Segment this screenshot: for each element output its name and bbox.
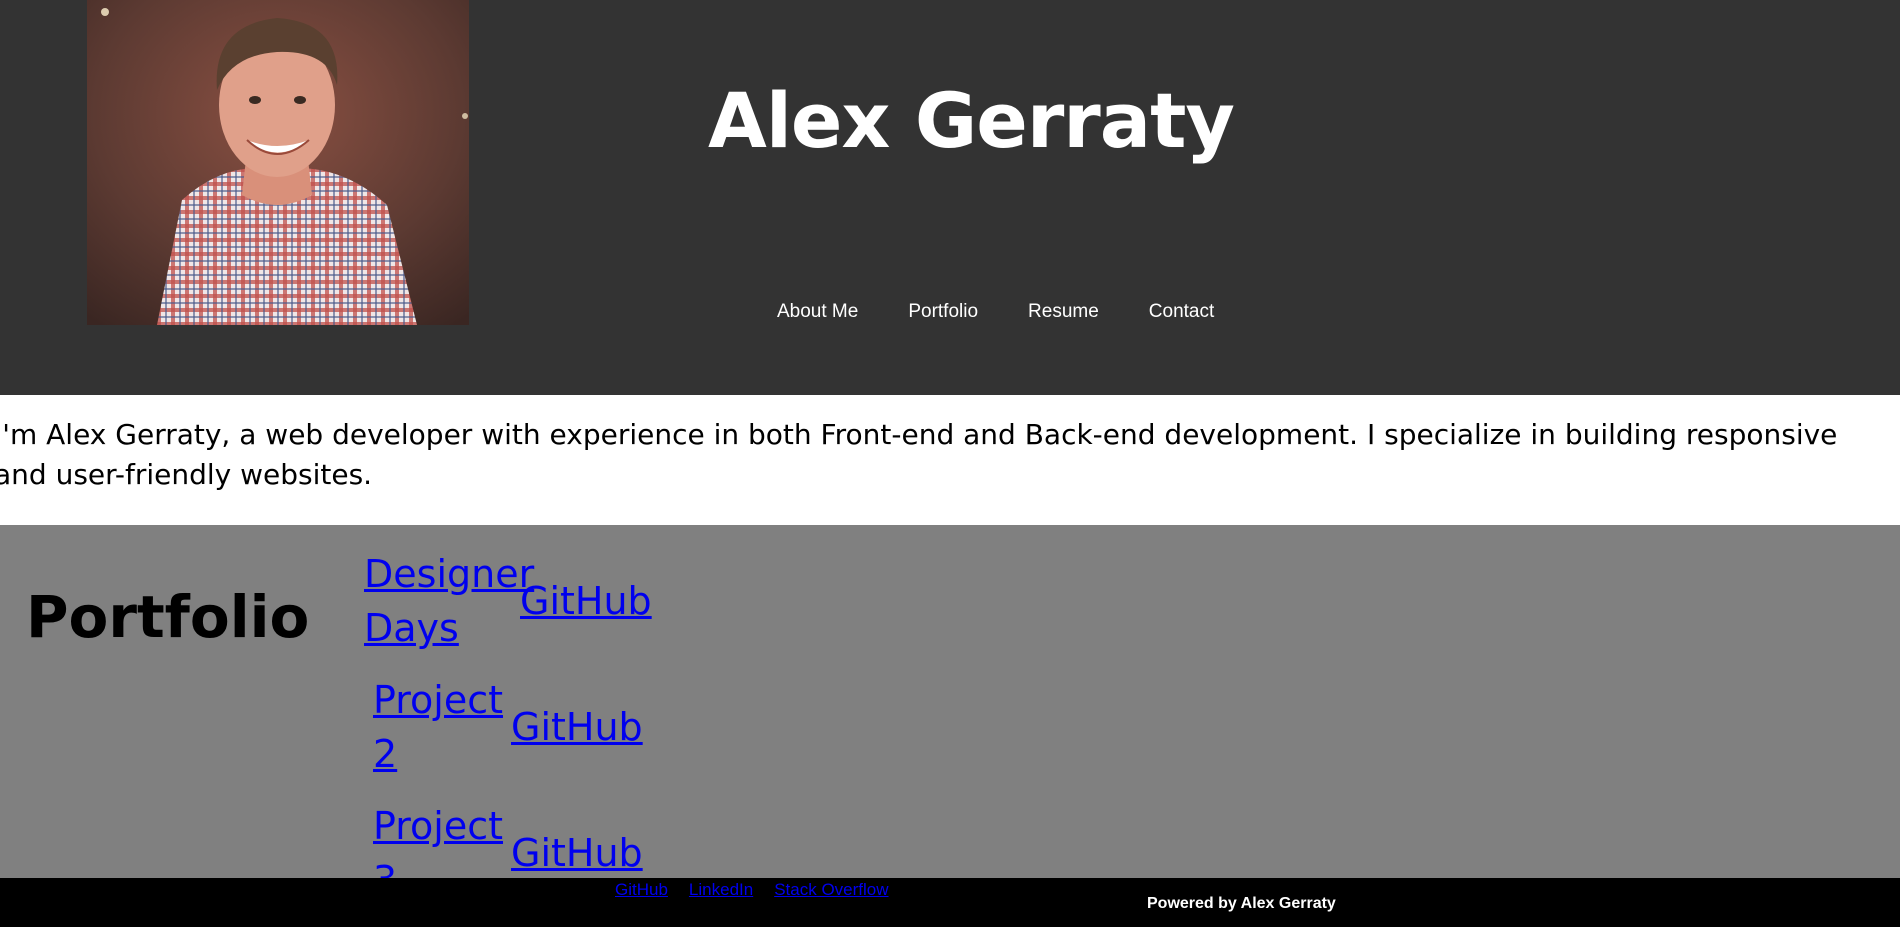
about-section: I'm Alex Gerraty, a web developer with e… bbox=[0, 395, 1900, 525]
nav-link-contact[interactable]: Contact bbox=[1149, 301, 1214, 323]
site-header: Alex Gerraty About Me Portfolio Resume C… bbox=[0, 0, 1900, 395]
project-link-designer-days[interactable]: Designer Days bbox=[364, 547, 534, 655]
nav-link-portfolio[interactable]: Portfolio bbox=[908, 301, 978, 323]
site-footer: GitHub LinkedIn Stack Overflow Powered b… bbox=[0, 878, 1900, 927]
project-item: Designer Days GitHub bbox=[364, 547, 652, 655]
powered-by-text: Powered by Alex Gerraty bbox=[1147, 895, 1336, 912]
footer-links: GitHub LinkedIn Stack Overflow bbox=[615, 880, 910, 900]
footer-link-stack-overflow[interactable]: Stack Overflow bbox=[774, 880, 888, 900]
project-item: Project 2 GitHub bbox=[373, 673, 643, 781]
nav-link-resume[interactable]: Resume bbox=[1028, 301, 1099, 323]
portfolio-heading: Portfolio bbox=[26, 583, 310, 651]
project-github-link[interactable]: GitHub bbox=[520, 574, 652, 628]
nav-link-about-me[interactable]: About Me bbox=[777, 301, 858, 323]
profile-photo-image bbox=[87, 0, 469, 325]
project-github-link[interactable]: GitHub bbox=[511, 700, 643, 754]
main-nav: About Me Portfolio Resume Contact bbox=[777, 301, 1264, 323]
footer-link-linkedin[interactable]: LinkedIn bbox=[689, 880, 753, 900]
page: Alex Gerraty About Me Portfolio Resume C… bbox=[0, 0, 1900, 927]
site-title: Alex Gerraty bbox=[708, 76, 1235, 165]
footer-link-github[interactable]: GitHub bbox=[615, 880, 668, 900]
project-link-project-2[interactable]: Project 2 bbox=[373, 673, 511, 781]
about-text: I'm Alex Gerraty, a web developer with e… bbox=[0, 418, 1838, 491]
scroll-area[interactable]: Alex Gerraty About Me Portfolio Resume C… bbox=[0, 0, 1900, 927]
portfolio-section: Portfolio Designer Days GitHub Project 2… bbox=[0, 525, 1900, 927]
project-github-link[interactable]: GitHub bbox=[511, 826, 643, 880]
profile-photo bbox=[87, 0, 469, 325]
